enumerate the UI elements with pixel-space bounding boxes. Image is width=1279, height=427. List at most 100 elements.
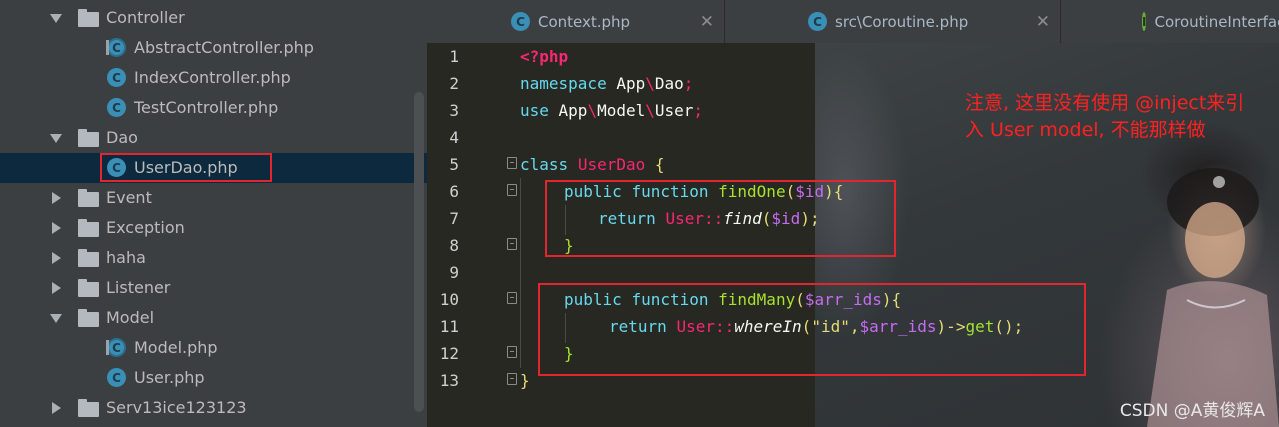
class-name: UserDao [577,155,646,174]
folder-icon [78,399,99,417]
line-number: 12 [439,344,459,363]
php-class-icon: C [107,98,126,117]
fold-marker[interactable] [507,157,517,169]
separator: \ [645,74,655,93]
separator: \ [587,101,598,120]
tab-label: src\Coroutine.php [835,12,969,31]
line-number: 6 [449,182,459,201]
line-number: 11 [439,317,459,336]
tree-file[interactable]: C IndexController.php [0,63,427,93]
code-line-1[interactable]: <?php [520,43,568,70]
punctuation: ; [683,74,694,93]
chevron-right-icon[interactable] [52,222,61,234]
project-tree: Controller C AbstractController.php C IndexC… [0,0,427,427]
identifier: Model [597,101,646,120]
highlight-box-findmany [538,283,1086,376]
watermark: CSDN @A黄俊辉A [1119,401,1265,421]
line-number: 7 [449,209,459,228]
tree-folder[interactable]: Serv13ice123123 [0,393,427,423]
code-line-13[interactable]: } [520,367,530,394]
chevron-right-icon[interactable] [52,282,61,294]
php-class-icon: C [107,68,126,87]
tree-item-label: Listener [106,278,171,297]
chevron-down-icon[interactable] [50,314,62,323]
tree-item-label: Event [106,188,152,207]
folder-icon [78,189,99,207]
tree-item-label: Exception [106,218,185,237]
line-number: 10 [439,290,459,309]
fold-marker[interactable] [507,373,517,385]
tree-folder[interactable]: Dao [0,123,427,153]
chevron-down-icon[interactable] [50,14,62,23]
chevron-right-icon[interactable] [52,192,61,204]
identifier: App [548,101,588,120]
php-class-icon: C [106,338,126,357]
tree-file[interactable]: C User.php [0,363,427,393]
code-line-2[interactable]: namespace App \ Dao; [520,70,693,97]
tree-folder[interactable]: Event [0,183,427,213]
tab-label: CoroutineInterface.php [1154,12,1279,31]
tree-file[interactable]: C Model.php [0,333,427,363]
annotation-line: 注意, 这里没有使用 @inject来引 [965,92,1245,114]
folder-icon [78,219,99,237]
tree-item-label: Serv13ice123123 [106,398,247,417]
tree-folder[interactable]: Controller [0,3,427,33]
php-class-icon: C [106,38,126,57]
tree-item-label: User.php [134,368,205,387]
tree-folder[interactable]: Exception [0,213,427,243]
tree-item-label: haha [106,248,146,267]
tree-folder[interactable]: Model [0,303,427,333]
php-open-tag: <?php [520,47,569,66]
tree-folder[interactable]: Listener [0,273,427,303]
code-line-3[interactable]: use App \ Model \ User; [520,97,703,124]
tab-coroutine[interactable]: C src\Coroutine.php ✕ [726,0,1061,43]
tree-folder[interactable]: haha [0,243,427,273]
tree-item-label: Model [106,308,155,327]
tree-item-label: AbstractController.php [134,38,314,57]
chevron-right-icon[interactable] [52,252,61,264]
fold-marker[interactable] [507,292,517,304]
identifier: User [654,101,694,120]
keyword: use [520,101,549,120]
folder-icon [78,309,99,327]
fold-marker[interactable] [507,346,517,358]
tree-item-label: Dao [106,128,138,147]
tree-file[interactable]: C AbstractController.php [0,33,427,63]
close-icon[interactable]: ✕ [1036,12,1050,32]
fold-marker[interactable] [507,184,517,196]
folder-icon [78,9,99,27]
tree-item-label: Controller [106,8,185,27]
folder-icon [78,249,99,267]
punctuation: } [520,371,530,390]
tab-label: Context.php [538,12,631,31]
php-class-icon: C [511,12,530,31]
line-number: 3 [449,101,459,120]
php-class-icon: C [107,368,126,387]
folder-icon [78,129,99,147]
close-icon[interactable]: ✕ [700,12,714,32]
fold-marker[interactable] [507,238,517,250]
code-line-5[interactable]: class UserDao { [520,151,665,178]
line-number: 8 [449,236,459,255]
line-number: 9 [449,263,459,282]
tab-context[interactable]: C Context.php ✕ [427,0,725,43]
chevron-right-icon[interactable] [52,402,61,414]
annotation-line: 入 User model, 不能那样做 [965,119,1206,141]
chevron-down-icon[interactable] [50,134,62,143]
editor-tabbar: C Context.php ✕ C src\Coroutine.php ✕ I … [427,0,1279,43]
php-class-icon: C [808,12,827,31]
tree-item-label: IndexController.php [134,68,291,87]
tree-file[interactable]: C TestController.php [0,93,427,123]
php-interface-icon: I [1142,12,1147,31]
line-number: 5 [449,155,459,174]
line-number: 4 [449,128,459,147]
identifier: Dao [654,74,684,93]
folder-icon [78,279,99,297]
line-number: 13 [439,371,459,390]
line-number: 2 [449,74,459,93]
highlight-box-findone [545,180,896,257]
tab-coroutine-interface[interactable]: I CoroutineInterface.php [1062,0,1279,43]
tree-scrollbar[interactable] [414,92,424,412]
code-editor: C Context.php ✕ C src\Coroutine.php ✕ I … [427,0,1279,427]
